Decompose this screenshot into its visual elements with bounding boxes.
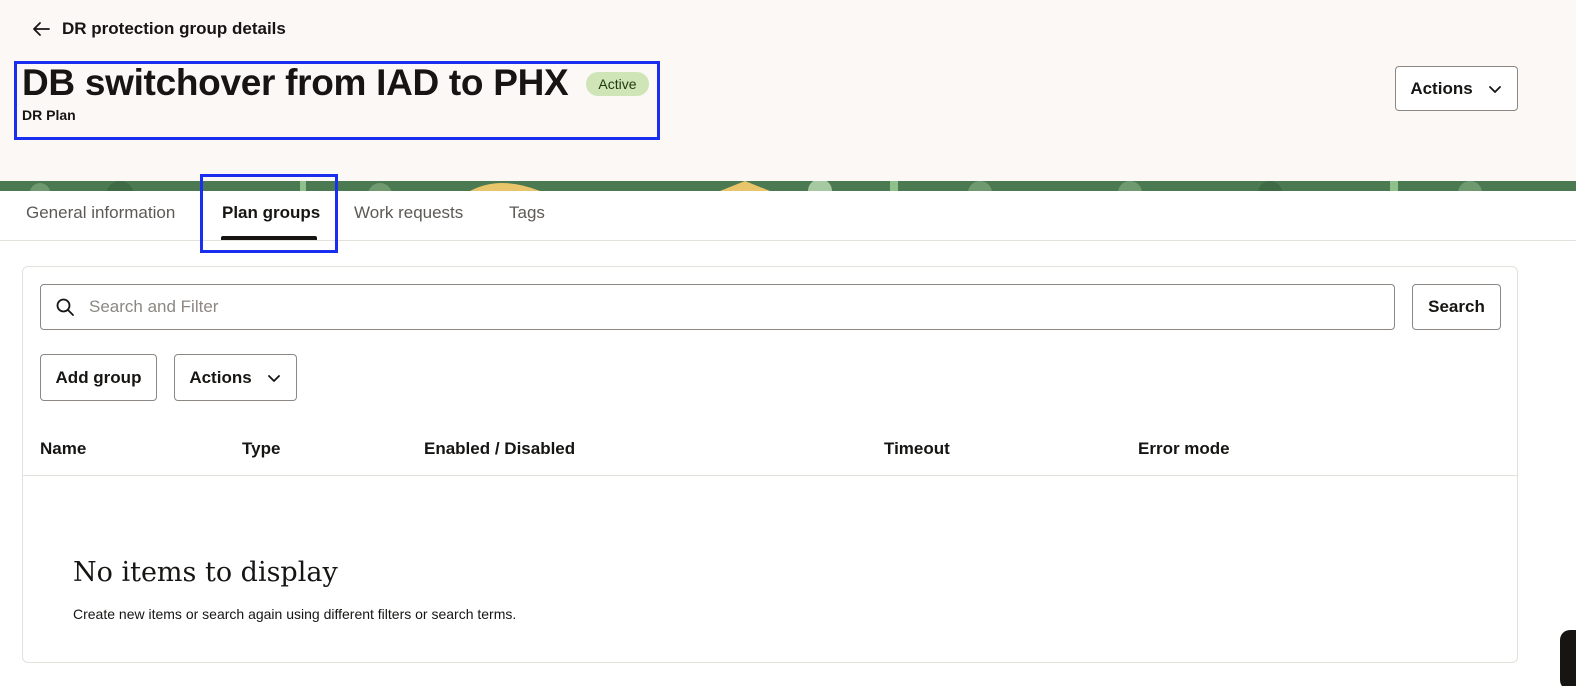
table-actions-button[interactable]: Actions	[174, 354, 297, 401]
decorative-banner	[0, 181, 1576, 191]
back-link-label: DR protection group details	[62, 19, 286, 38]
column-header-name[interactable]: Name	[40, 439, 86, 459]
search-filter-box[interactable]	[40, 284, 1395, 330]
column-header-type[interactable]: Type	[242, 439, 280, 459]
arrow-left-icon	[33, 22, 50, 36]
chevron-down-icon	[1488, 85, 1501, 93]
search-icon	[56, 298, 74, 316]
column-header-enabled-disabled[interactable]: Enabled / Disabled	[424, 439, 575, 459]
floating-widget-edge[interactable]	[1560, 630, 1576, 686]
header-actions-button[interactable]: Actions	[1395, 66, 1518, 111]
active-tab-indicator	[221, 236, 317, 240]
tab-bar: General information Plan groups Work req…	[0, 191, 1576, 241]
search-input[interactable]	[89, 297, 1369, 317]
table-header-divider	[23, 475, 1517, 476]
header-actions-label: Actions	[1410, 78, 1473, 98]
tab-tags[interactable]: Tags	[509, 203, 545, 223]
tab-work-requests[interactable]: Work requests	[354, 203, 463, 223]
add-group-button[interactable]: Add group	[40, 354, 157, 401]
column-header-error-mode[interactable]: Error mode	[1138, 439, 1230, 459]
title-row: DB switchover from IAD to PHX Active	[22, 62, 649, 104]
page-subtitle: DR Plan	[22, 107, 76, 123]
add-group-button-label: Add group	[55, 367, 142, 387]
empty-state-description: Create new items or search again using d…	[73, 606, 517, 622]
tab-plan-groups[interactable]: Plan groups	[222, 203, 320, 223]
back-link[interactable]: DR protection group details	[30, 16, 286, 42]
empty-state-title: No items to display	[73, 557, 338, 588]
status-badge: Active	[586, 72, 649, 96]
page-header: DR protection group details DB switchove…	[0, 0, 1576, 181]
tab-general-information[interactable]: General information	[26, 203, 175, 223]
search-button[interactable]: Search	[1412, 284, 1501, 330]
search-button-label: Search	[1428, 297, 1485, 316]
page-title: DB switchover from IAD to PHX	[22, 62, 569, 103]
column-header-timeout[interactable]: Timeout	[884, 439, 950, 459]
chevron-down-icon	[267, 374, 280, 382]
table-actions-label: Actions	[189, 367, 252, 387]
